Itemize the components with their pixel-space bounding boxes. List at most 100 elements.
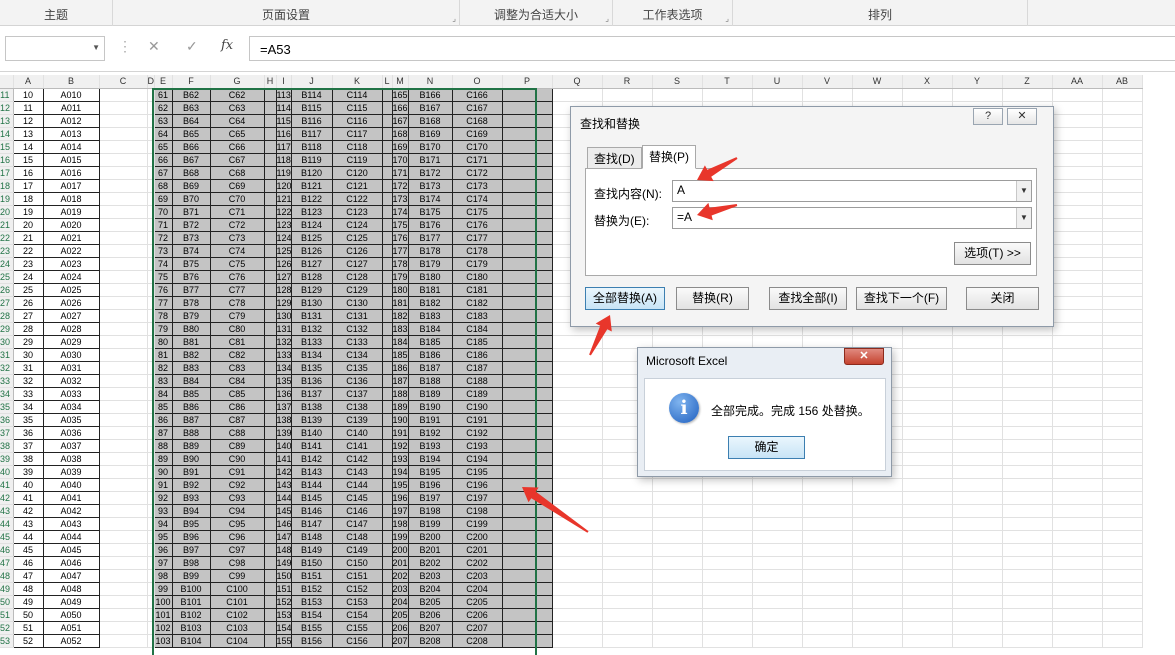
cell[interactable] xyxy=(382,114,393,128)
cell[interactable]: 50 xyxy=(13,608,44,622)
cell[interactable]: 37 xyxy=(13,439,44,453)
cell[interactable]: C115 xyxy=(332,101,383,115)
cell[interactable]: B175 xyxy=(408,205,453,219)
cell[interactable]: A022 xyxy=(43,244,100,258)
cell[interactable] xyxy=(1102,257,1143,271)
cell[interactable]: 141 xyxy=(276,452,292,466)
cell[interactable] xyxy=(702,478,753,492)
cell[interactable] xyxy=(147,582,155,596)
cell[interactable] xyxy=(1002,374,1053,388)
cell[interactable] xyxy=(502,413,553,427)
cell[interactable] xyxy=(1052,88,1103,102)
cell[interactable]: A027 xyxy=(43,309,100,323)
cell[interactable] xyxy=(147,244,155,258)
options-button[interactable]: 选项(T) >> xyxy=(954,242,1031,265)
cell[interactable]: B83 xyxy=(172,361,211,375)
row-header[interactable]: 14 xyxy=(0,127,14,141)
cell[interactable] xyxy=(382,595,393,609)
cell[interactable] xyxy=(147,634,155,648)
cell[interactable] xyxy=(1052,114,1103,128)
cell[interactable] xyxy=(1002,452,1053,466)
cell[interactable]: 17 xyxy=(13,179,44,193)
cell[interactable] xyxy=(552,543,603,557)
cell[interactable] xyxy=(99,270,148,284)
cell[interactable] xyxy=(502,582,553,596)
cell[interactable]: 99 xyxy=(154,582,173,596)
cell[interactable]: 61 xyxy=(154,88,173,102)
cell[interactable] xyxy=(264,556,277,570)
cell[interactable]: C86 xyxy=(210,400,265,414)
cell[interactable]: B204 xyxy=(408,582,453,596)
cell[interactable]: C79 xyxy=(210,309,265,323)
cell[interactable] xyxy=(902,88,953,102)
cell[interactable]: C147 xyxy=(332,517,383,531)
cell[interactable] xyxy=(702,517,753,531)
cell[interactable] xyxy=(147,88,155,102)
cell[interactable] xyxy=(552,361,603,375)
cell[interactable]: A052 xyxy=(43,634,100,648)
cell[interactable]: C134 xyxy=(332,348,383,362)
cell[interactable]: C102 xyxy=(210,608,265,622)
cell[interactable]: 146 xyxy=(276,517,292,531)
cell[interactable] xyxy=(502,465,553,479)
cell[interactable] xyxy=(1052,530,1103,544)
cell[interactable] xyxy=(147,452,155,466)
cell[interactable] xyxy=(264,114,277,128)
cell[interactable]: C193 xyxy=(452,439,503,453)
cell[interactable]: 120 xyxy=(276,179,292,193)
cell[interactable] xyxy=(1102,205,1143,219)
cell[interactable]: C63 xyxy=(210,101,265,115)
cell[interactable]: 34 xyxy=(13,400,44,414)
cell[interactable] xyxy=(802,88,853,102)
cell[interactable]: 76 xyxy=(154,283,173,297)
cell[interactable] xyxy=(147,335,155,349)
ribbon-group-arrange[interactable]: 排列 xyxy=(733,0,1028,26)
cell[interactable] xyxy=(147,478,155,492)
cell[interactable]: C150 xyxy=(332,556,383,570)
cell[interactable] xyxy=(1052,465,1103,479)
cell[interactable] xyxy=(602,556,653,570)
cell[interactable]: C133 xyxy=(332,335,383,349)
cell[interactable] xyxy=(264,309,277,323)
cell[interactable]: B187 xyxy=(408,361,453,375)
cell[interactable] xyxy=(1102,127,1143,141)
cell[interactable] xyxy=(602,491,653,505)
cell[interactable]: B153 xyxy=(291,595,333,609)
cell[interactable]: 140 xyxy=(276,439,292,453)
cell[interactable] xyxy=(552,517,603,531)
cell[interactable]: 149 xyxy=(276,556,292,570)
cell[interactable]: B190 xyxy=(408,400,453,414)
cell[interactable] xyxy=(702,608,753,622)
cell[interactable] xyxy=(502,517,553,531)
cell[interactable] xyxy=(502,231,553,245)
cell[interactable] xyxy=(147,101,155,115)
cell[interactable] xyxy=(99,127,148,141)
cell[interactable] xyxy=(1102,101,1143,115)
column-header[interactable]: G xyxy=(210,75,265,89)
cell[interactable] xyxy=(147,218,155,232)
cell[interactable] xyxy=(602,569,653,583)
cell[interactable] xyxy=(802,582,853,596)
cell[interactable]: 193 xyxy=(392,452,409,466)
cell[interactable]: C181 xyxy=(452,283,503,297)
column-header[interactable]: Z xyxy=(1002,75,1053,89)
cell[interactable]: C139 xyxy=(332,413,383,427)
cell[interactable]: 138 xyxy=(276,413,292,427)
cell[interactable]: C99 xyxy=(210,569,265,583)
cell[interactable] xyxy=(802,608,853,622)
row-header[interactable]: 20 xyxy=(0,205,14,219)
cell[interactable]: 33 xyxy=(13,387,44,401)
select-all-corner[interactable] xyxy=(0,75,14,89)
cell[interactable] xyxy=(502,166,553,180)
cell[interactable] xyxy=(652,543,703,557)
cell[interactable]: 16 xyxy=(13,166,44,180)
cell[interactable] xyxy=(99,504,148,518)
cell[interactable] xyxy=(1102,387,1143,401)
cell[interactable] xyxy=(1002,348,1053,362)
cell[interactable] xyxy=(264,270,277,284)
cell[interactable]: 125 xyxy=(276,244,292,258)
cell[interactable] xyxy=(264,504,277,518)
replace-button[interactable]: 替换(R) xyxy=(676,287,749,310)
cell[interactable] xyxy=(147,361,155,375)
cell[interactable]: 28 xyxy=(13,322,44,336)
